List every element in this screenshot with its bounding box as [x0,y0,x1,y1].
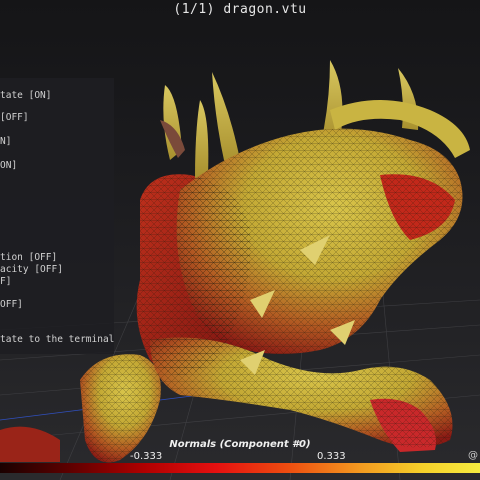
help-line: tion [OFF] [0,252,58,263]
help-line: OFF] [0,299,23,310]
help-panel: tate [ON] [OFF] N] ON] tion [OFF] acity … [0,78,114,354]
watermark: @ [468,450,478,461]
help-line: [OFF] [0,112,29,123]
window-title: (1/1) dragon.vtu [173,2,307,17]
help-line: ON] [0,160,18,171]
help-line: N] [0,136,12,147]
help-line: F] [0,276,12,287]
colorbar-min-label: -0.333 [130,451,163,462]
help-line: tate to the terminal [0,334,114,345]
colorbar-max-label: 0.333 [317,451,346,462]
colorbar-title: Normals (Component #0) [169,439,311,450]
help-line: tate [ON] [0,90,52,101]
colorbar [0,463,480,473]
help-line: acity [OFF] [0,264,63,275]
